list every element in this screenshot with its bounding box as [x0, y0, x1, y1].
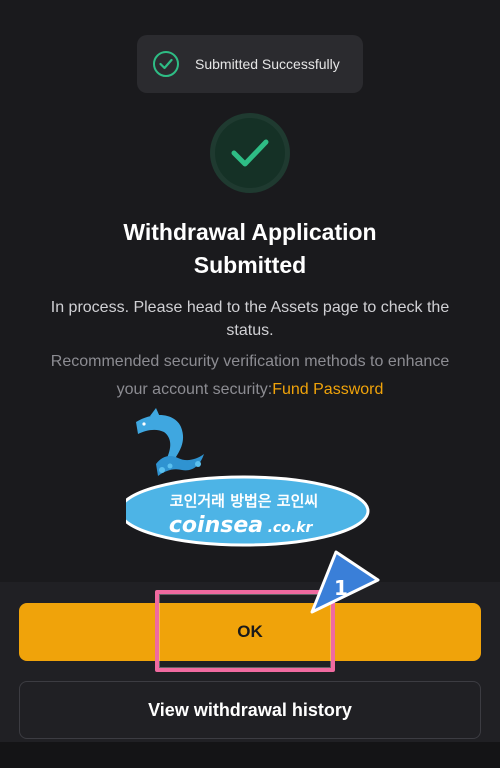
title-line-1: Withdrawal Application [123, 219, 377, 245]
coinsea-watermark: 코인거래 방법은 코인씨 coinsea .co.kr [118, 408, 376, 548]
check-circle-icon [153, 51, 179, 77]
bottom-strip [0, 742, 500, 768]
watermark-domain: .co.kr [268, 520, 314, 536]
step-marker: 1 [310, 550, 380, 614]
success-toast: Submitted Successfully [137, 35, 363, 93]
title-line-2: Submitted [193, 252, 307, 278]
page-title: Withdrawal Application Submitted [0, 216, 500, 282]
security-recommendation: Recommended security verification method… [40, 348, 460, 404]
watermark-brand: coinsea [169, 513, 263, 538]
dolphin-icon [136, 408, 204, 476]
ok-button[interactable]: OK [19, 603, 481, 661]
toast-message: Submitted Successfully [195, 56, 340, 72]
fund-password-link[interactable]: Fund Password [272, 381, 383, 398]
status-description: In process. Please head to the Assets pa… [50, 299, 450, 339]
step-number: 1 [334, 576, 348, 600]
success-check-icon [210, 113, 290, 193]
view-withdrawal-history-button[interactable]: View withdrawal history [19, 681, 481, 739]
withdrawal-result-screen: Submitted Successfully Withdrawal Applic… [0, 0, 500, 768]
watermark-korean: 코인거래 방법은 코인씨 [170, 492, 318, 510]
recommend-text: Recommended security verification method… [50, 353, 450, 398]
